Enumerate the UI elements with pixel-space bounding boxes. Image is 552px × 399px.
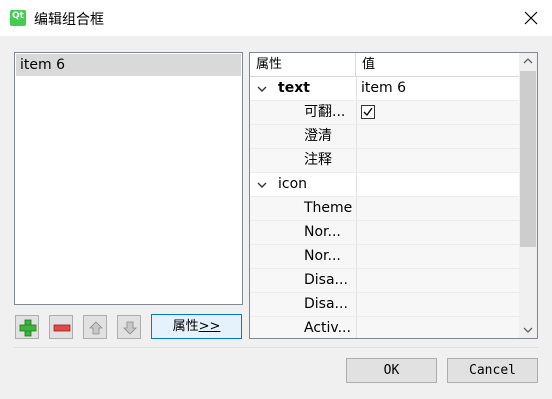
close-button[interactable]: [510, 0, 552, 36]
scroll-thumb[interactable]: [520, 71, 536, 247]
property-value[interactable]: [356, 269, 519, 292]
property-value[interactable]: [356, 125, 519, 148]
property-label: Activ...: [304, 320, 351, 336]
chevron-down-icon: [523, 327, 533, 333]
property-row-comment[interactable]: 注释: [250, 149, 519, 173]
properties-button-suffix: >>: [198, 319, 221, 334]
property-row-normal-on[interactable]: Nor...: [250, 245, 519, 269]
properties-button-label: 属性: [172, 319, 199, 334]
qt-icon: Qt: [10, 10, 26, 26]
property-row-text[interactable]: text item 6: [250, 77, 519, 101]
cancel-button[interactable]: Cancel: [447, 358, 538, 383]
title-bar: Qt 编辑组合框: [0, 0, 552, 36]
property-value[interactable]: [356, 149, 519, 172]
translatable-checkbox[interactable]: [361, 105, 375, 119]
property-label: 注释: [304, 152, 332, 168]
move-down-button[interactable]: [117, 315, 141, 339]
property-row-translatable[interactable]: 可翻...: [250, 101, 519, 125]
property-label: text: [278, 80, 310, 96]
value-column-header[interactable]: 值: [356, 53, 375, 77]
add-item-button[interactable]: [15, 315, 39, 339]
minus-icon: [53, 324, 71, 332]
move-up-button[interactable]: [83, 315, 107, 339]
dialog-body: item 6 属性>> 属性 值 text item 6 可翻... 澄清 注释…: [0, 36, 552, 399]
property-label: Disa...: [304, 296, 348, 312]
chevron-down-icon[interactable]: [256, 179, 268, 191]
arrow-up-icon: [89, 321, 103, 335]
property-rows: text item 6 可翻... 澄清 注释 icon Theme Nor..…: [250, 77, 519, 338]
scroll-up-button[interactable]: [519, 53, 537, 70]
property-value[interactable]: [356, 173, 519, 196]
property-label: Theme: [304, 200, 353, 216]
close-icon: [524, 11, 538, 25]
item-list[interactable]: item 6: [14, 52, 243, 305]
vertical-scrollbar[interactable]: [519, 53, 537, 338]
property-row-active-off[interactable]: Activ...: [250, 317, 519, 338]
property-label: Nor...: [304, 248, 341, 264]
property-value[interactable]: [356, 245, 519, 268]
property-row-theme[interactable]: Theme: [250, 197, 519, 221]
property-row-disabled-off[interactable]: Disa...: [250, 269, 519, 293]
scroll-down-button[interactable]: [519, 321, 537, 338]
property-value[interactable]: [356, 197, 519, 220]
property-label: icon: [278, 176, 308, 192]
list-item[interactable]: item 6: [16, 54, 241, 76]
checkmark-icon: [363, 107, 373, 117]
ok-button[interactable]: OK: [346, 358, 437, 383]
separator: [14, 347, 538, 348]
property-editor[interactable]: 属性 值 text item 6 可翻... 澄清 注释 icon Theme …: [249, 52, 538, 339]
plus-icon: [19, 319, 37, 337]
property-editor-header: 属性 值: [250, 53, 519, 77]
window-title: 编辑组合框: [34, 12, 104, 28]
property-row-disambiguation[interactable]: 澄清: [250, 125, 519, 149]
property-row-icon[interactable]: icon: [250, 173, 519, 197]
property-value[interactable]: [356, 293, 519, 316]
arrow-down-icon: [123, 321, 137, 335]
property-label: Disa...: [304, 272, 348, 288]
property-label: Nor...: [304, 224, 341, 240]
property-value[interactable]: item 6: [356, 77, 519, 100]
property-row-disabled-on[interactable]: Disa...: [250, 293, 519, 317]
property-value[interactable]: [356, 221, 519, 244]
property-row-normal-off[interactable]: Nor...: [250, 221, 519, 245]
property-column-header[interactable]: 属性: [250, 53, 282, 77]
property-value[interactable]: [356, 101, 519, 124]
chevron-down-icon[interactable]: [256, 83, 268, 95]
property-label: 可翻...: [304, 104, 346, 120]
property-label: 澄清: [304, 128, 332, 144]
properties-toggle-button[interactable]: 属性>>: [151, 314, 242, 339]
property-value[interactable]: [356, 317, 519, 338]
chevron-up-icon: [523, 58, 533, 64]
remove-item-button[interactable]: [49, 315, 73, 339]
